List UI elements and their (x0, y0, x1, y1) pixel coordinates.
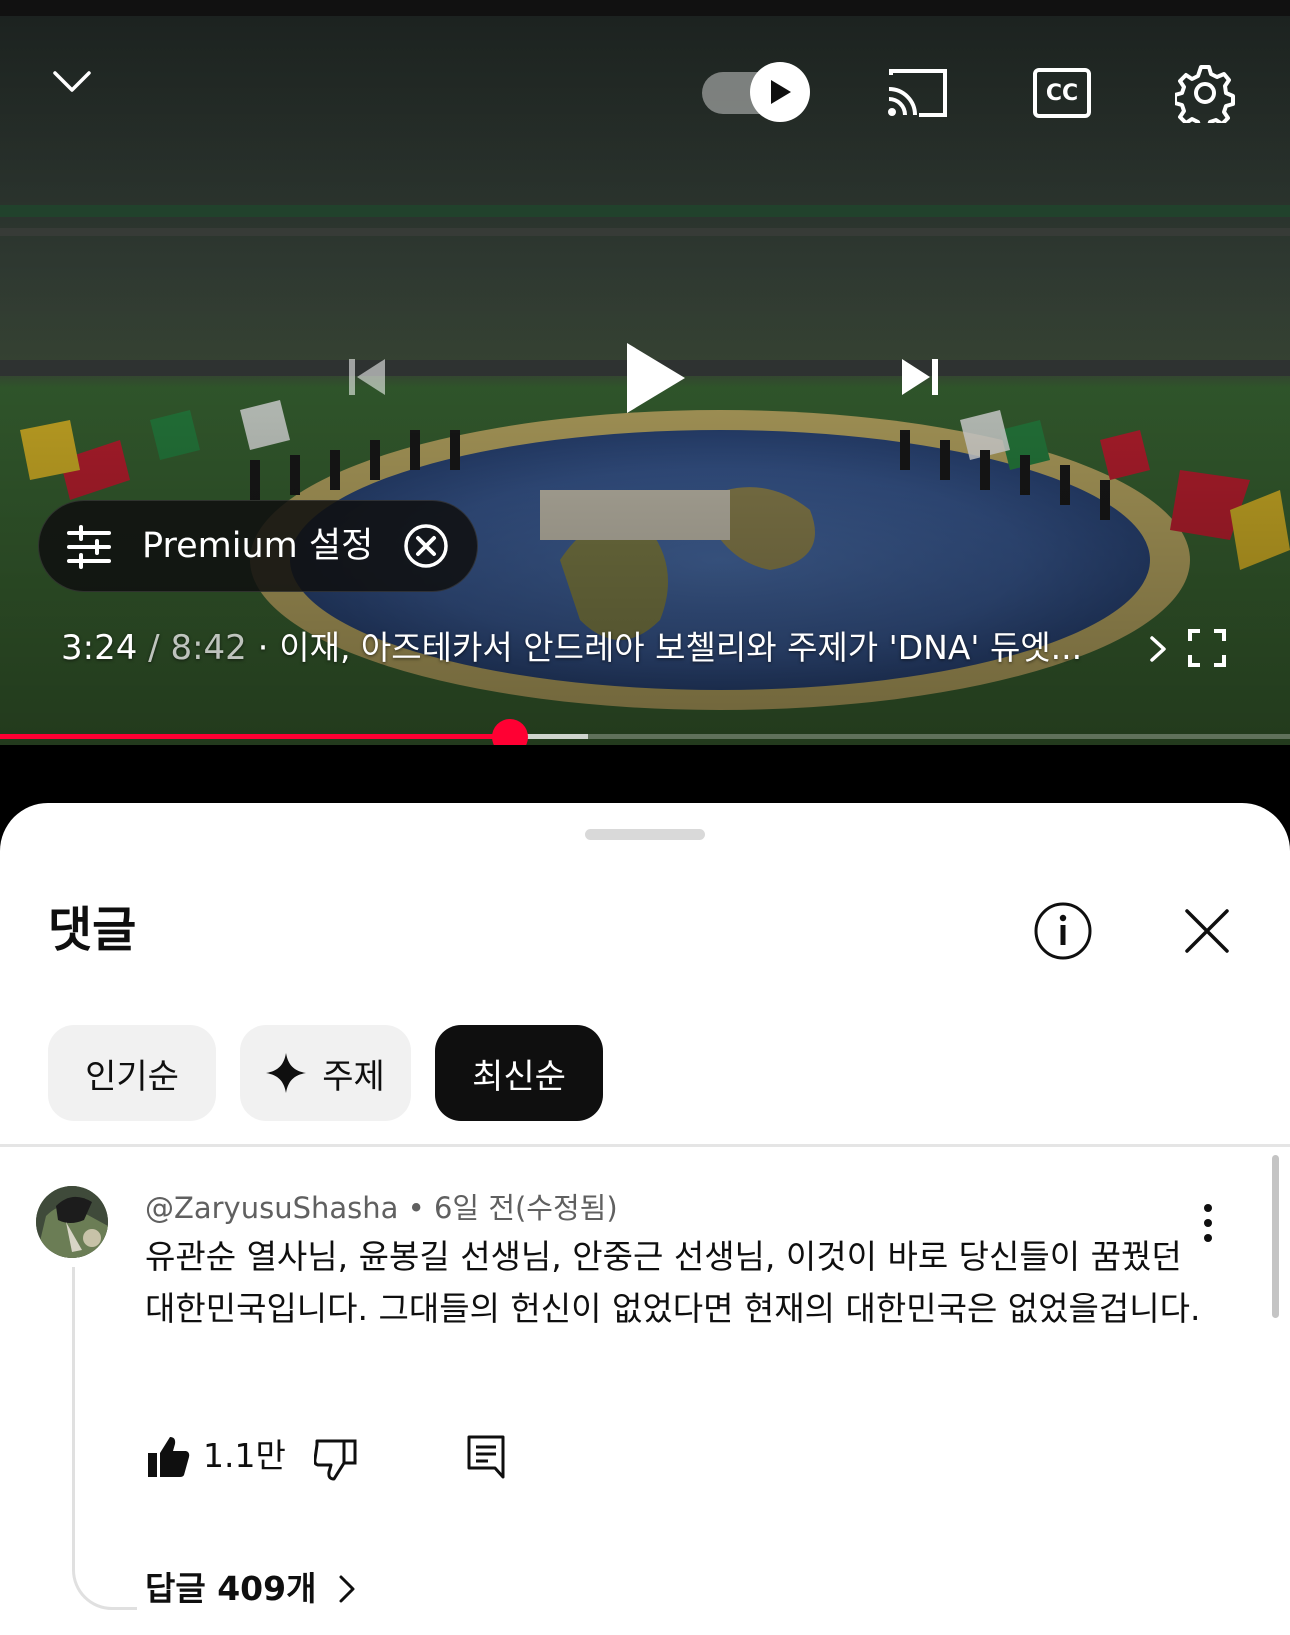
chip-topics[interactable]: 주제 (240, 1025, 411, 1121)
info-icon[interactable] (1032, 900, 1094, 962)
thread-line (72, 1267, 137, 1610)
comments-sheet: 댓글 인기순 주제 최신순 @ZaryusuShasha • 6일 전(수정됨)… (0, 803, 1290, 1635)
close-circle-icon[interactable] (403, 523, 449, 569)
meta-separator: • (398, 1191, 434, 1225)
video-info-row[interactable]: 3:24 / 8:42 · 이재, 아즈테카서 안드레아 보첼리와 주제가 'D… (61, 622, 1082, 674)
chip-topics-label: 주제 (322, 1056, 385, 1097)
video-player[interactable]: CC Premium 설정 3:24 / 8:42 · 이재, 아즈테카서 안드… (0, 0, 1290, 745)
video-title: 이재, 아즈테카서 안드레아 보첼리와 주제가 'DNA' 듀엣... (279, 628, 1083, 667)
chevron-right-icon (339, 1575, 355, 1603)
comment-meta: @ZaryusuShasha • 6일 전(수정됨) (145, 1186, 618, 1230)
chip-popular-label: 인기순 (85, 1056, 179, 1097)
premium-chip-label: Premium 설정 (142, 526, 374, 566)
status-strip (0, 0, 1290, 16)
scrollbar[interactable] (1272, 1155, 1279, 1318)
time-total: 8:42 (170, 628, 247, 668)
captions-icon[interactable]: CC (1033, 68, 1091, 118)
previous-icon[interactable] (344, 354, 390, 400)
comment-time: 6일 전(수정됨) (433, 1191, 618, 1225)
play-icon[interactable] (620, 340, 690, 416)
chip-newest-label: 최신순 (472, 1056, 566, 1097)
sparkle-icon (266, 1053, 307, 1093)
next-icon[interactable] (897, 354, 943, 400)
chip-popular[interactable]: 인기순 (48, 1025, 216, 1121)
close-icon[interactable] (1181, 905, 1233, 957)
drag-handle[interactable] (585, 829, 705, 840)
chip-newest[interactable]: 최신순 (435, 1025, 603, 1121)
divider (0, 1144, 1290, 1147)
time-separator: / (137, 628, 171, 668)
autoplay-toggle-icon (750, 62, 810, 122)
premium-sliders-icon (67, 525, 111, 569)
settings-gear-icon[interactable] (1174, 62, 1236, 124)
progress-played (0, 734, 510, 739)
premium-settings-chip[interactable]: Premium 설정 (38, 500, 478, 592)
avatar[interactable] (36, 1186, 108, 1258)
comment-author[interactable]: @ZaryusuShasha (145, 1191, 398, 1225)
replies-link[interactable]: 답글 409개 (145, 1563, 358, 1615)
title-separator: · (246, 628, 280, 668)
replies-label: 답글 409개 (145, 1569, 317, 1608)
reply-icon[interactable] (463, 1433, 509, 1481)
sheet-title: 댓글 (48, 902, 137, 958)
fullscreen-icon[interactable] (1187, 628, 1227, 668)
like-icon[interactable] (145, 1434, 191, 1480)
captions-label: CC (1033, 68, 1091, 118)
dislike-icon[interactable] (313, 1436, 359, 1482)
comment-text: 유관순 열사님, 윤봉길 선생님, 안중근 선생님, 이것이 바로 당신들이 꿈… (145, 1237, 1201, 1328)
like-count: 1.1만 (203, 1436, 286, 1475)
time-current: 3:24 (61, 628, 138, 668)
cast-icon[interactable] (884, 66, 950, 120)
chevron-right-icon[interactable] (1146, 633, 1170, 665)
collapse-chevron-icon[interactable] (50, 60, 94, 104)
